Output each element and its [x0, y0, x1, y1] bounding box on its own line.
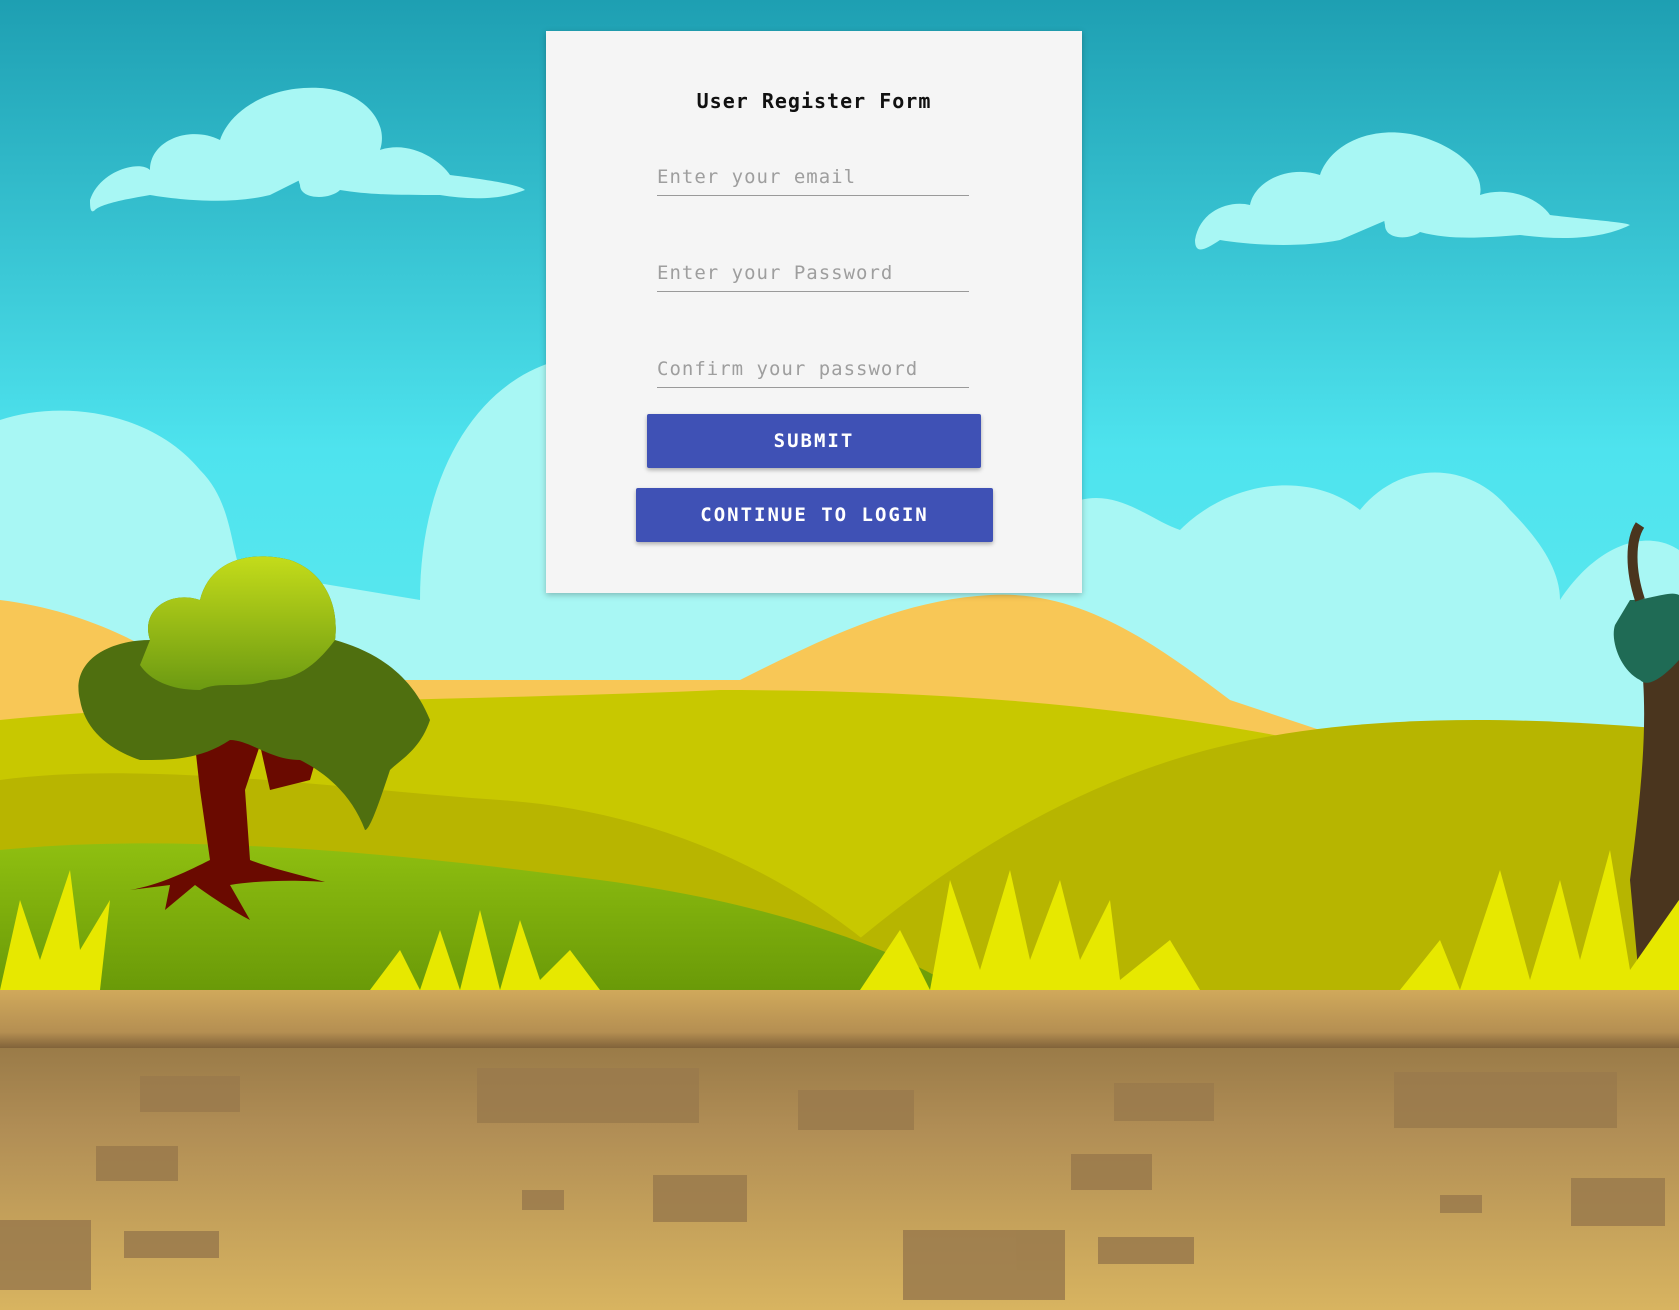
- confirm-password-input[interactable]: [657, 351, 969, 388]
- email-input[interactable]: [657, 159, 969, 196]
- password-input[interactable]: [657, 255, 969, 292]
- form-title: User Register Form: [696, 89, 932, 113]
- ground-ledge: [0, 990, 1679, 1050]
- submit-button[interactable]: SUBMIT: [647, 414, 981, 468]
- continue-to-login-button[interactable]: CONTINUE TO LOGIN: [636, 488, 993, 542]
- register-form-card: User Register Form SUBMIT CONTINUE TO LO…: [546, 31, 1082, 593]
